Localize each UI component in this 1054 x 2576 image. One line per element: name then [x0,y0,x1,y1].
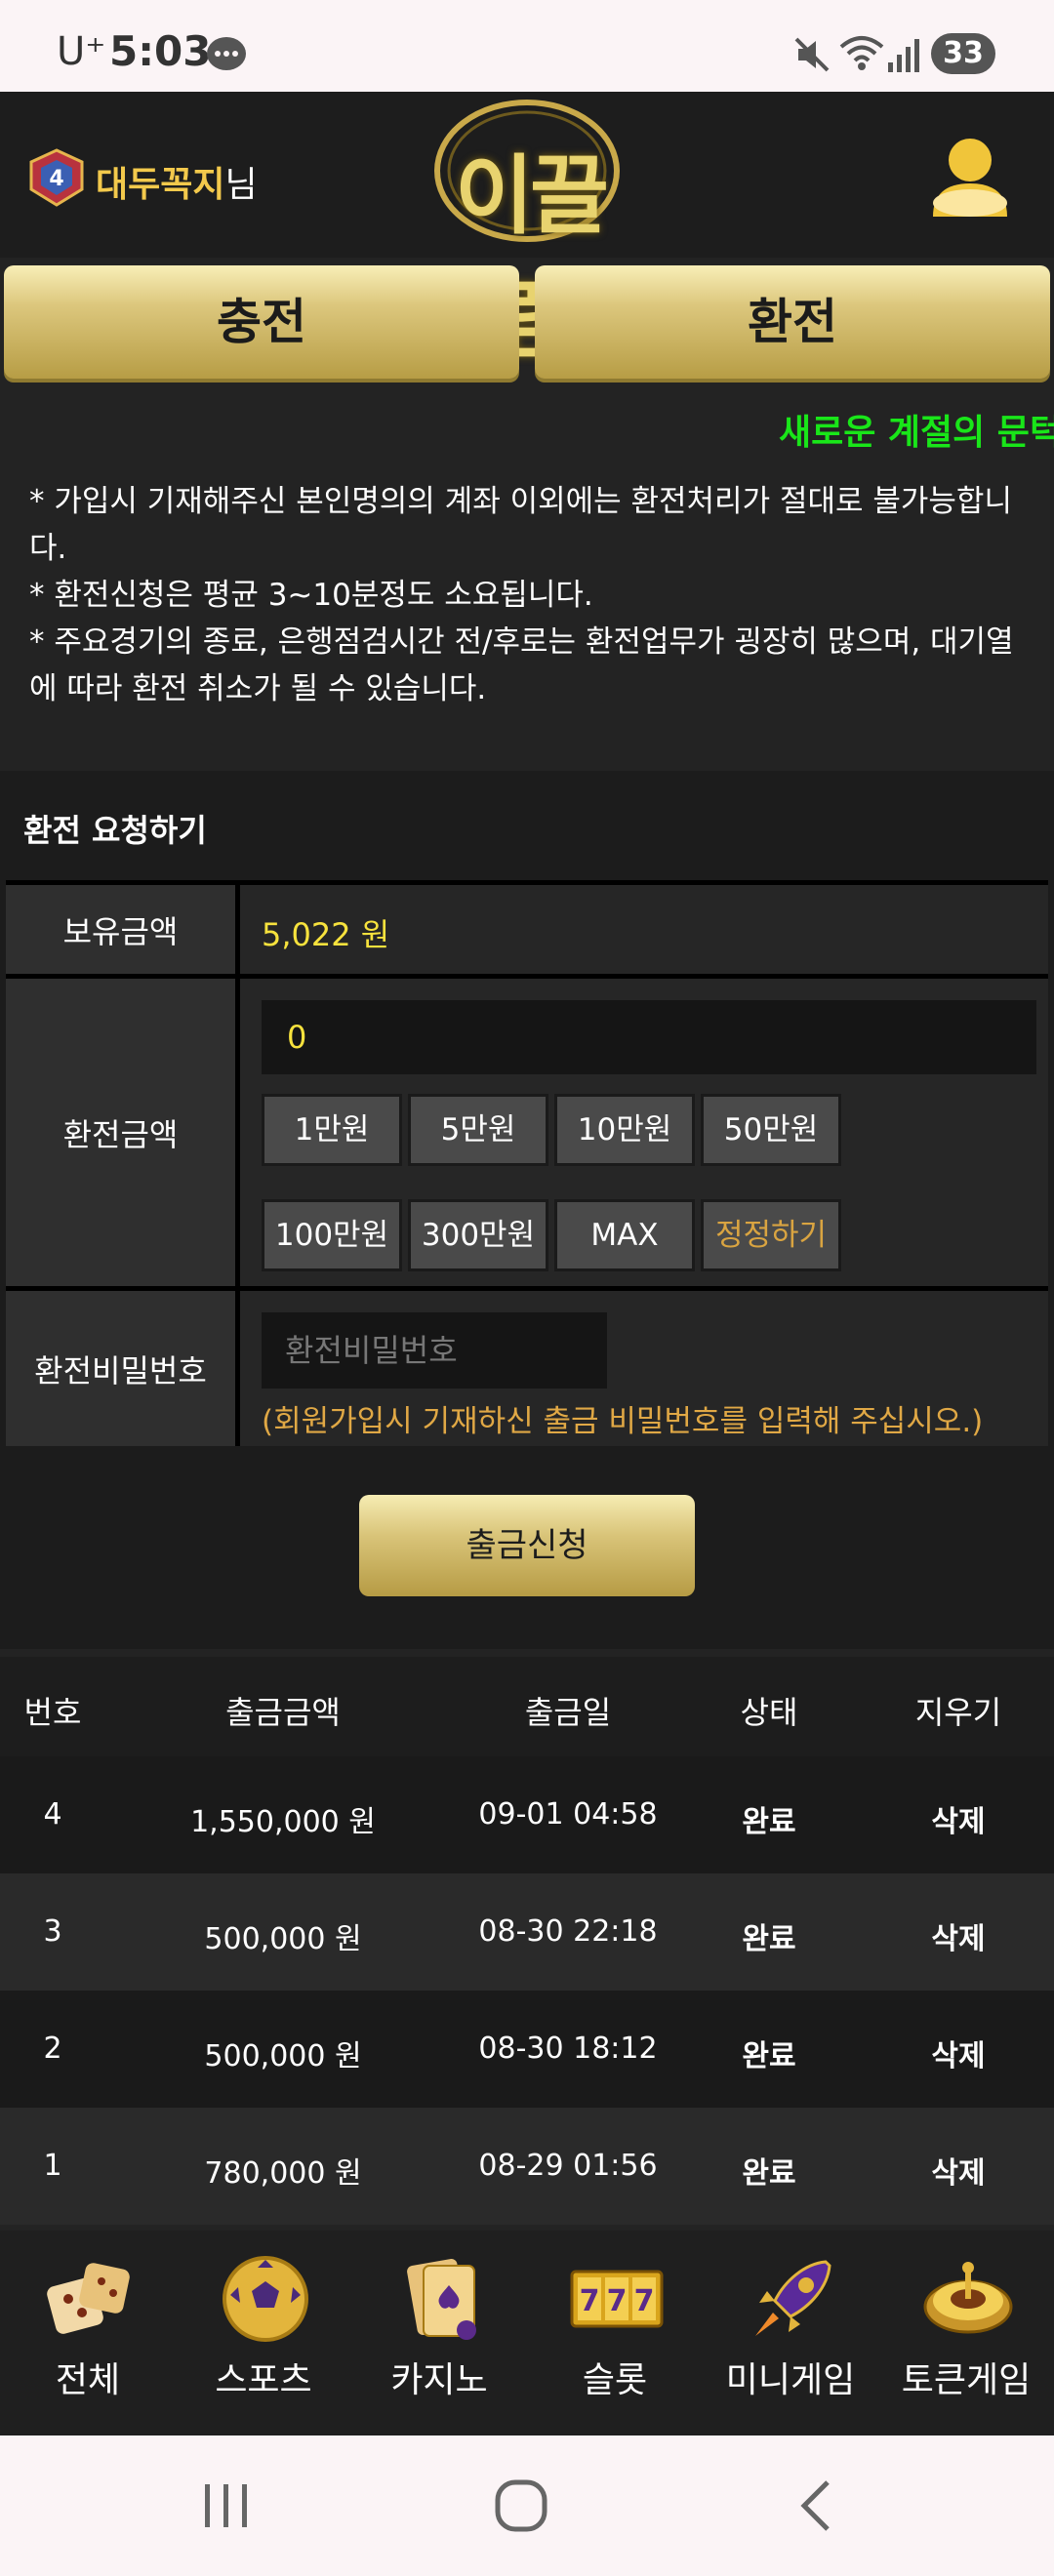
roulette-icon [923,2262,1013,2334]
table-row: 1 780,000 원 08-29 01:56 완료 삭제 [0,2108,1054,2225]
soccer-ball-icon [223,2256,308,2342]
charge-exchange-tabs: 충전 환전 [0,265,1054,382]
amount-button-10k[interactable]: 1만원 [262,1094,402,1166]
username-suffix: 님 [224,165,258,205]
notice-line: * 환전신청은 평균 3~10분정도 소요됩니다. [29,578,593,613]
row-status: 완료 [742,1922,796,1956]
row-amount: 780,000 원 [204,2156,362,2191]
svg-text:4: 4 [49,167,63,191]
amount-row: 환전금액 0 1만원 5만원 10만원 50만원 100만원 300만원 MAX… [6,974,1048,1286]
mute-icon [794,37,830,72]
wifi-icon [839,36,884,70]
row-number: 2 [43,2032,62,2066]
row-status: 완료 [742,1805,796,1839]
row-delete-button[interactable]: 삭제 [886,1797,1031,1840]
table-row: 2 500,000 원 08-30 18:12 완료 삭제 [0,1991,1054,2108]
row-amount: 1,550,000 원 [190,1805,376,1839]
row-date: 08-29 01:56 [478,2149,658,2183]
amount-button-50k[interactable]: 5만원 [408,1094,548,1166]
user-profile-icon[interactable] [929,135,1011,221]
rank-badge-icon: 4 [29,148,84,207]
battery-indicator: 33 [931,33,995,74]
recent-apps-icon[interactable] [199,2480,254,2531]
system-navigation-bar [0,2435,1054,2576]
withdraw-submit-button[interactable]: 출금신청 [359,1495,695,1596]
signal-icon [888,39,919,72]
row-delete-button[interactable]: 삭제 [886,2032,1031,2074]
amount-button-max[interactable]: MAX [554,1199,695,1271]
col-header-status: 상태 [740,1694,798,1731]
table-header: 번호 출금금액 출금일 상태 지우기 [0,1657,1054,1756]
back-icon[interactable] [794,2478,837,2533]
row-number: 4 [43,1797,62,1831]
svg-text:7: 7 [580,2284,600,2318]
amount-input[interactable]: 0 [262,1000,1036,1074]
amount-button-3m[interactable]: 300만원 [408,1199,548,1271]
row-number: 3 [43,1914,62,1949]
nav-item-all[interactable]: 전체 [0,2231,176,2435]
password-row: 환전비밀번호 환전비밀번호 (회원가입시 기재하신 출금 비밀번호를 입력해 주… [6,1286,1048,1446]
notice-line: * 가입시 기재해주신 본인명의의 계좌 이외에는 환전처리가 절대로 불가능합… [29,484,1012,566]
amount-reset-button[interactable]: 정정하기 [701,1199,841,1271]
col-header-date: 출금일 [524,1694,612,1731]
tab-exchange[interactable]: 환전 [535,265,1050,379]
row-status: 완료 [742,2039,796,2073]
row-delete-button[interactable]: 삭제 [886,1914,1031,1957]
password-label: 환전비밀번호 [6,1291,240,1446]
nav-item-token-game[interactable]: 토큰게임 [878,2231,1054,2435]
row-date: 09-01 04:58 [478,1797,658,1831]
nav-label: 전체 [55,2360,121,2400]
svg-text:7: 7 [634,2284,655,2318]
row-status: 완료 [742,2156,796,2191]
username-text: 대두꼭지 [96,165,225,205]
amount-button-100k[interactable]: 10만원 [554,1094,695,1166]
nav-item-minigame[interactable]: 미니게임 [703,2231,878,2435]
col-header-delete: 지우기 [914,1694,1002,1731]
carrier-label: U⁺ [57,29,106,74]
table-row: 3 500,000 원 08-30 22:18 완료 삭제 [0,1873,1054,1991]
col-header-amount: 출금금액 [225,1694,341,1731]
nav-label: 카지노 [390,2360,488,2400]
username[interactable]: 대두꼭지님 [96,156,258,207]
row-delete-button[interactable]: 삭제 [886,2149,1031,2192]
dice-icon [47,2263,130,2334]
nav-item-sports[interactable]: 스포츠 [176,2231,351,2435]
status-bar: U⁺ 5:03 33 [0,0,1054,92]
nav-label: 미니게임 [725,2360,856,2400]
svg-text:7: 7 [607,2284,628,2318]
exchange-notice: * 가입시 기재해주신 본인명의의 계좌 이외에는 환전처리가 절대로 불가능합… [29,478,1034,712]
password-hint: (회원가입시 기재하신 출금 비밀번호를 입력해 주십시오.) [262,1404,984,1439]
row-number: 1 [43,2149,62,2183]
form-title: 환전 요청하기 [23,812,207,849]
row-amount: 500,000 원 [204,1922,362,1956]
password-input[interactable]: 환전비밀번호 [262,1312,607,1389]
announcement-marquee: 새로운 계절의 문턱 [779,413,1054,453]
nav-label: 토큰게임 [901,2360,1032,2400]
row-amount: 500,000 원 [204,2039,362,2073]
balance-value: 5,022 원 [262,916,390,953]
amount-button-1m[interactable]: 100만원 [262,1199,402,1271]
row-date: 08-30 18:12 [478,2032,658,2066]
balance-label: 보유금액 [6,885,240,974]
tab-charge[interactable]: 충전 [4,265,519,379]
table-row: 4 1,550,000 원 09-01 04:58 완료 삭제 [0,1756,1054,1873]
notice-line: * 주요경기의 종료, 은행점검시간 전/후로는 환전업무가 굉장히 많으며, … [29,624,1014,706]
col-header-number: 번호 [23,1694,82,1731]
playing-cards-icon [407,2258,476,2340]
nav-label: 스포츠 [215,2360,312,2400]
amount-button-500k[interactable]: 50만원 [701,1094,841,1166]
rocket-icon [755,2260,831,2336]
balance-row: 보유금액 5,022 원 [6,880,1048,974]
nav-label: 슬롯 [582,2360,648,2400]
amount-label: 환전금액 [6,979,240,1286]
chat-notification-icon [207,37,246,70]
home-icon[interactable] [494,2478,548,2533]
row-date: 08-30 22:18 [478,1914,658,1949]
nav-item-slot[interactable]: 7 7 7 슬롯 [527,2231,703,2435]
slot-777-icon: 7 7 7 [570,2270,664,2328]
bottom-navigation: 전체 스포츠 카지노 7 7 7 슬롯 미니게임 토큰게임 [0,2231,1054,2435]
clock: 5:03 [109,27,212,75]
nav-item-casino[interactable]: 카지노 [351,2231,527,2435]
